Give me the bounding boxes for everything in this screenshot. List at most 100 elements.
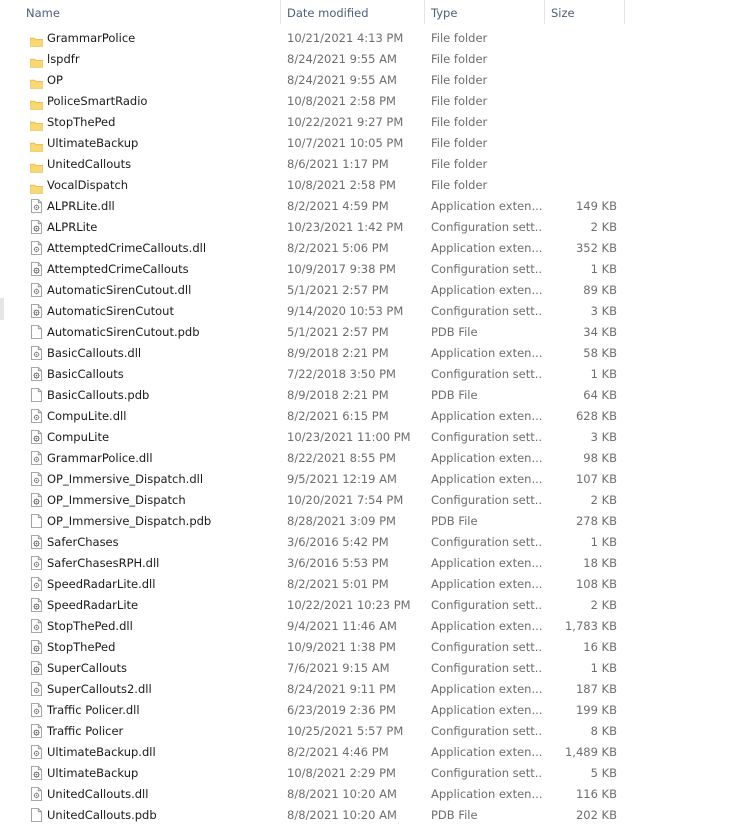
file-date-modified: 3/6/2016 5:42 PM — [287, 535, 389, 549]
file-name: Traffic Policer — [47, 724, 124, 738]
file-row[interactable]: SaferChasesRPH.dll 3/6/2016 5:53 PM Applic… — [0, 553, 736, 574]
file-date-modified: 10/8/2021 2:58 PM — [287, 94, 396, 108]
dll-file-icon — [31, 703, 42, 717]
file-row[interactable]: OP_Immersive_Dispatch.dll 9/5/2021 12:19 … — [0, 469, 736, 490]
config-file-icon — [31, 535, 42, 549]
file-size: 202 KB — [575, 808, 617, 822]
file-row[interactable]: lspdfr 8/24/2021 9:55 AM File folder — [0, 49, 736, 70]
file-type: File folder — [431, 157, 488, 171]
file-row[interactable]: StopThePed.dll 9/4/2021 11:46 AM Applicati… — [0, 616, 736, 637]
file-type: Configuration sett... — [431, 220, 543, 234]
file-name: ALPRLite — [47, 220, 98, 234]
file-row[interactable]: UnitedCallouts.pdb 8/8/2021 10:20 AM PDB F… — [0, 805, 736, 826]
file-date-modified: 10/8/2021 2:58 PM — [287, 178, 396, 192]
file-row[interactable]: UnitedCallouts 8/6/2021 1:17 PM File folde… — [0, 154, 736, 175]
file-date-modified: 8/24/2021 9:11 PM — [287, 682, 396, 696]
file-name: SaferChases — [47, 535, 119, 549]
file-type: File folder — [431, 52, 488, 66]
file-type: Application exten... — [431, 283, 543, 297]
file-row[interactable]: StopThePed 10/9/2021 1:38 PM Configuration… — [0, 637, 736, 658]
file-row[interactable]: UltimateBackup 10/7/2021 10:05 PM File fol… — [0, 133, 736, 154]
folder-icon — [30, 75, 43, 89]
dll-file-icon — [31, 409, 42, 423]
file-size — [548, 28, 617, 49]
file-size: 1 KB — [590, 262, 617, 276]
file-row[interactable]: CompuLite 10/23/2021 11:00 PM Configuratio… — [0, 427, 736, 448]
file-name: CompuLite — [47, 430, 110, 444]
file-type: Configuration sett... — [431, 535, 543, 549]
file-date-modified: 10/20/2021 7:54 PM — [287, 493, 404, 507]
file-date-modified: 10/8/2021 2:29 PM — [287, 766, 396, 780]
file-row[interactable]: CompuLite.dll 8/2/2021 6:15 PM Application… — [0, 406, 736, 427]
file-size: 34 KB — [583, 325, 617, 339]
file-row[interactable]: BasicCallouts.dll 8/9/2018 2:21 PM Applica… — [0, 343, 736, 364]
file-row[interactable]: AttemptedCrimeCallouts.dll 8/2/2021 5:06 … — [0, 238, 736, 259]
file-row[interactable]: GrammarPolice 10/21/2021 4:13 PM File fold… — [0, 28, 736, 49]
file-type: Application exten... — [431, 556, 543, 570]
file-name: GrammarPolice — [47, 31, 136, 45]
folder-icon — [30, 180, 43, 194]
file-row[interactable]: UltimateBackup 10/8/2021 2:29 PM Configura… — [0, 763, 736, 784]
file-row[interactable]: Traffic Policer.dll 6/23/2019 2:36 PM Appl… — [0, 700, 736, 721]
file-name: BasicCallouts.pdb — [47, 388, 150, 402]
file-row[interactable]: BasicCallouts 7/22/2018 3:50 PM Configurat… — [0, 364, 736, 385]
file-size: 5 KB — [590, 766, 617, 780]
file-size: 149 KB — [575, 199, 617, 213]
file-name: AutomaticSirenCutout.dll — [47, 283, 192, 297]
file-type: File folder — [431, 73, 488, 87]
file-row[interactable]: AttemptedCrimeCallouts 10/9/2017 9:38 PM C… — [0, 259, 736, 280]
file-row[interactable]: PoliceSmartRadio 10/8/2021 2:58 PM File fo… — [0, 91, 736, 112]
config-file-icon — [31, 262, 42, 276]
file-type: Application exten... — [431, 787, 543, 801]
file-row[interactable]: StopThePed 10/22/2021 9:27 PM File folder — [0, 112, 736, 133]
file-date-modified: 10/23/2021 11:00 PM — [287, 430, 411, 444]
file-date-modified: 8/22/2021 8:55 PM — [287, 451, 396, 465]
column-resize-handle[interactable] — [624, 0, 625, 24]
file-type: Configuration sett... — [431, 766, 543, 780]
file-row[interactable]: VocalDispatch 10/8/2021 2:58 PM File folde… — [0, 175, 736, 196]
file-row[interactable]: SpeedRadarLite 10/22/2021 10:23 PM Configu… — [0, 595, 736, 616]
file-type: Application exten... — [431, 346, 543, 360]
file-size — [548, 70, 617, 91]
file-size: 199 KB — [575, 703, 617, 717]
file-size — [548, 154, 617, 175]
dll-file-icon — [31, 199, 42, 213]
sort-ascending-icon: ^ — [146, 0, 154, 6]
file-size: 187 KB — [575, 682, 617, 696]
file-date-modified: 7/6/2021 9:15 AM — [287, 661, 390, 675]
file-date-modified: 9/4/2021 11:46 AM — [287, 619, 397, 633]
file-row[interactable]: UltimateBackup.dll 8/2/2021 4:46 PM Applic… — [0, 742, 736, 763]
file-row[interactable]: SaferChases 3/6/2016 5:42 PM Configuration… — [0, 532, 736, 553]
file-row[interactable]: OP 8/24/2021 9:55 AM File folder — [0, 70, 736, 91]
file-row[interactable]: AutomaticSirenCutout 9/14/2020 10:53 PM Co… — [0, 301, 736, 322]
dll-file-icon — [31, 283, 42, 297]
file-type: File folder — [431, 136, 488, 150]
file-name: ALPRLite.dll — [47, 199, 115, 213]
column-header-bar: Name ^ Date modified Type Size — [0, 0, 736, 26]
file-row[interactable]: UnitedCallouts.dll 8/8/2021 10:20 AM Appli… — [0, 784, 736, 805]
folder-icon — [30, 138, 43, 152]
file-row[interactable]: ALPRLite 10/23/2021 1:42 PM Configuration … — [0, 217, 736, 238]
column-header-size[interactable]: Size — [545, 0, 624, 26]
file-type: Application exten... — [431, 682, 543, 696]
file-row[interactable]: SuperCallouts2.dll 8/24/2021 9:11 PM Appli… — [0, 679, 736, 700]
dll-file-icon — [31, 682, 42, 696]
file-row[interactable]: AutomaticSirenCutout.pdb 5/1/2021 2:57 PM… — [0, 322, 736, 343]
file-date-modified: 10/7/2021 10:05 PM — [287, 136, 404, 150]
file-size — [548, 175, 617, 196]
file-row[interactable]: BasicCallouts.pdb 8/9/2018 2:21 PM PDB Fil… — [0, 385, 736, 406]
column-header-type[interactable]: Type — [425, 0, 544, 26]
file-size: 89 KB — [583, 283, 617, 297]
file-row[interactable]: SpeedRadarLite.dll 8/2/2021 5:01 PM Applic… — [0, 574, 736, 595]
file-row[interactable]: OP_Immersive_Dispatch 10/20/2021 7:54 PM C… — [0, 490, 736, 511]
file-type: PDB File — [431, 325, 478, 339]
file-row[interactable]: ALPRLite.dll 8/2/2021 4:59 PM Application … — [0, 196, 736, 217]
file-name: lspdfr — [47, 52, 80, 66]
file-row[interactable]: OP_Immersive_Dispatch.pdb 8/28/2021 3:09 … — [0, 511, 736, 532]
file-row[interactable]: Traffic Policer 10/25/2021 5:57 PM Configu… — [0, 721, 736, 742]
dll-file-icon — [31, 472, 42, 486]
file-row[interactable]: SuperCallouts 7/6/2021 9:15 AM Configurati… — [0, 658, 736, 679]
column-header-date-modified[interactable]: Date modified — [281, 0, 424, 26]
file-row[interactable]: AutomaticSirenCutout.dll 5/1/2021 2:57 PM… — [0, 280, 736, 301]
file-row[interactable]: GrammarPolice.dll 8/22/2021 8:55 PM Applic… — [0, 448, 736, 469]
